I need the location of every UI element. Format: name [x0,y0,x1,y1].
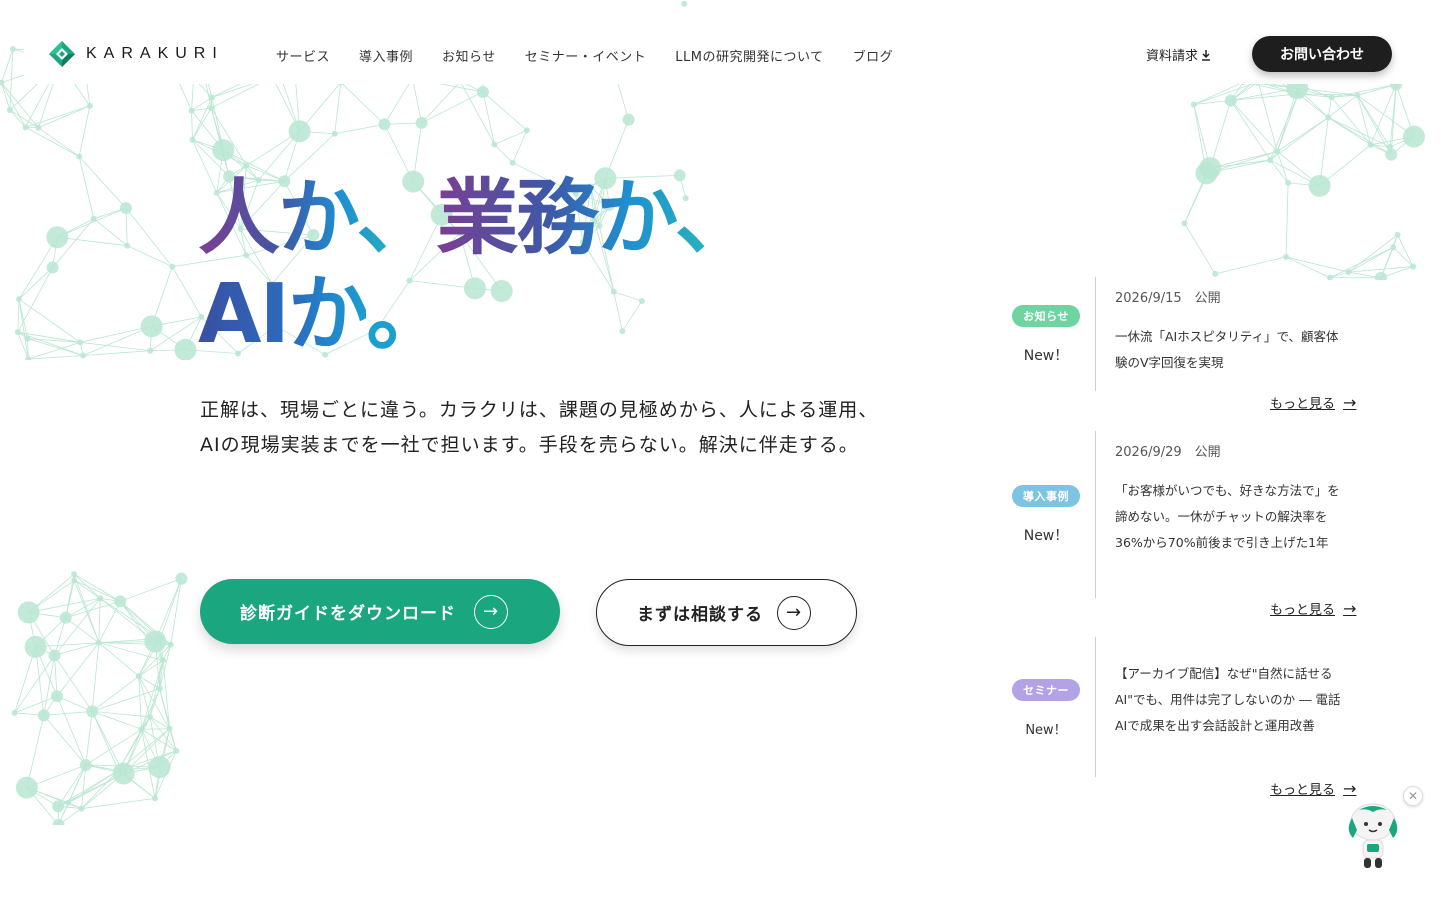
news-date: 2026/9/15 公開 [1115,291,1221,306]
news-badge: 導入事例 [1012,485,1080,507]
brand-logo[interactable]: KARAKURI [48,40,224,68]
nav-item-blog[interactable]: ブログ [853,46,894,65]
close-icon[interactable]: ✕ [1403,786,1423,806]
news-divider [1095,277,1096,391]
news-content: 2026/9/29 公開 「お客様がいつでも、好きな方法で」を諦めない。一休がチ… [1115,441,1345,556]
nav-item-services[interactable]: サービス [276,46,330,65]
news-meta: セミナー New！ [1008,679,1084,738]
download-guide-label: 診断ガイドをダウンロード [240,604,456,624]
news-meta: お知らせ New！ [1008,305,1084,365]
more-link-label: もっと見る [1270,397,1336,412]
news-title[interactable]: 「お客様がいつでも、好きな方法で」を諦めない。一休がチャットの解決率を36%から… [1115,478,1345,556]
news-title[interactable]: 一休流「AIホスピタリティ」で、顧客体験のV字回復を実現 [1115,324,1345,376]
hero-headline-period: 。 [366,267,448,362]
new-label: New！ [1023,348,1069,364]
more-link-label: もっと見る [1270,783,1336,798]
nav-item-case-studies[interactable]: 導入事例 [359,46,413,65]
hero-headline-part2: 業務か、 [436,171,756,266]
chatbot-mascot-icon[interactable] [1343,800,1403,872]
download-guide-button[interactable]: 診断ガイドをダウンロード → [200,579,560,644]
arrow-right-icon: → [1343,393,1357,412]
network-decoration-left [11,571,188,825]
karakuri-logo-icon [49,41,75,67]
arrow-right-icon: → [1343,599,1357,618]
new-label: New！ [1025,723,1067,738]
doc-request-link[interactable]: 資料請求 [1146,45,1211,64]
news-badge: お知らせ [1012,305,1080,327]
more-link[interactable]: もっと見る → [1270,599,1356,618]
hero-headline-line2: AIか。 [198,267,448,362]
nav-item-seminars[interactable]: セミナー・イベント [525,46,647,65]
arrow-right-icon: → [777,595,811,630]
doc-request-label: 資料請求 [1146,49,1199,64]
new-label: New！ [1023,528,1069,544]
more-link[interactable]: もっと見る → [1270,779,1356,798]
arrow-right-icon: → [1343,779,1357,798]
contact-button[interactable]: お問い合わせ [1252,36,1392,72]
consult-button[interactable]: まずは相談する → [596,579,857,646]
more-link-label: もっと見る [1270,603,1336,618]
nav-item-llm-research[interactable]: LLMの研究開発について [675,46,823,65]
news-title[interactable]: 【アーカイブ配信】なぜ"自然に話せるAI"でも、用件は完了しないのか ― 電話A… [1115,661,1345,739]
hero-headline-part1: 人か、 [198,171,438,266]
hero-lead-text: 正解は、現場ごとに違う。カラクリは、課題の見極めから、人による運用、AIの現場実… [200,399,879,456]
brand-name: KARAKURI [86,45,224,62]
news-date: 2026/9/29 公開 [1115,445,1221,460]
more-link[interactable]: もっと見る → [1270,393,1356,412]
site-header: KARAKURI サービス 導入事例 お知らせ セミナー・イベント LLMの研究… [24,24,1416,84]
news-content: 【アーカイブ配信】なぜ"自然に話せるAI"でも、用件は完了しないのか ― 電話A… [1115,661,1345,739]
network-decoration-right [1181,70,1425,280]
hero-headline-line1: 人か、業務か、 [198,171,757,266]
news-meta: 導入事例 New！ [1008,485,1084,545]
news-badge: セミナー [1012,679,1080,701]
news-divider [1095,431,1096,598]
main-nav: サービス 導入事例 お知らせ セミナー・イベント LLMの研究開発について ブロ… [276,46,893,65]
nav-item-news[interactable]: お知らせ [442,46,496,65]
hero-headline-part3: AIか [198,267,368,362]
arrow-right-icon: → [474,594,508,629]
consult-label: まずは相談する [637,605,763,625]
news-divider [1095,637,1096,777]
news-content: 2026/9/15 公開 一休流「AIホスピタリティ」で、顧客体験のV字回復を実… [1115,287,1345,376]
download-icon [1202,49,1211,61]
